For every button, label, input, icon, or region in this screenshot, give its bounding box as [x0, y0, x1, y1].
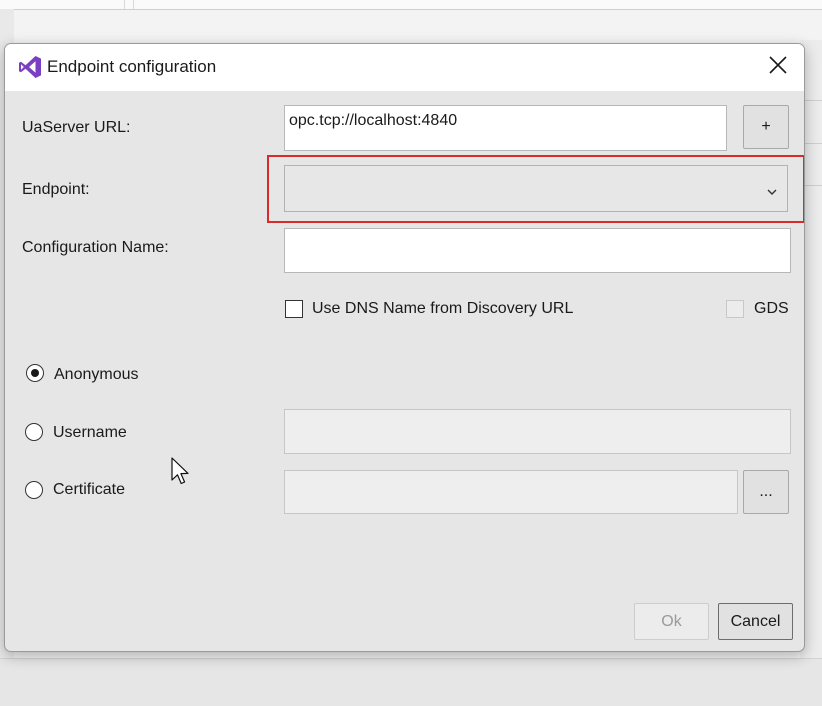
- endpoint-configuration-dialog: Endpoint configuration UaServer URL: opc…: [4, 43, 805, 652]
- radio-selected-dot: [31, 369, 39, 377]
- close-icon: [769, 55, 787, 79]
- background-toolbar: [0, 0, 822, 10]
- gds-label[interactable]: GDS: [754, 300, 789, 318]
- use-dns-label[interactable]: Use DNS Name from Discovery URL: [312, 300, 573, 318]
- endpoint-label: Endpoint:: [22, 181, 90, 198]
- configuration-name-input[interactable]: [284, 228, 791, 273]
- username-radio[interactable]: [25, 423, 43, 441]
- mouse-cursor-icon: [171, 457, 191, 492]
- background-divider: [133, 0, 134, 9]
- endpoint-dropdown[interactable]: [284, 165, 788, 212]
- certificate-label[interactable]: Certificate: [53, 481, 125, 499]
- cancel-button[interactable]: Cancel: [718, 603, 793, 640]
- username-label[interactable]: Username: [53, 424, 127, 442]
- certificate-input[interactable]: [284, 470, 738, 514]
- server-url-input[interactable]: opc.tcp://localhost:4840: [284, 105, 727, 151]
- anonymous-label[interactable]: Anonymous: [54, 366, 139, 384]
- background-divider: [124, 0, 125, 9]
- ok-button[interactable]: Ok: [634, 603, 709, 640]
- chevron-down-icon: [767, 183, 777, 201]
- dialog-title: Endpoint configuration: [47, 57, 217, 76]
- visual-studio-logo-icon: [18, 55, 42, 79]
- username-input[interactable]: [284, 409, 791, 454]
- background-status-area: [0, 658, 822, 706]
- certificate-radio[interactable]: [25, 481, 43, 499]
- server-url-label: UaServer URL:: [22, 119, 131, 136]
- close-button[interactable]: [756, 49, 800, 85]
- configuration-name-label: Configuration Name:: [22, 239, 169, 256]
- add-server-button[interactable]: +: [743, 105, 789, 149]
- gds-checkbox[interactable]: [726, 300, 744, 318]
- use-dns-checkbox[interactable]: [285, 300, 303, 318]
- anonymous-radio[interactable]: [26, 364, 44, 382]
- dialog-titlebar: Endpoint configuration: [5, 44, 804, 91]
- browse-certificate-button[interactable]: ...: [743, 470, 789, 514]
